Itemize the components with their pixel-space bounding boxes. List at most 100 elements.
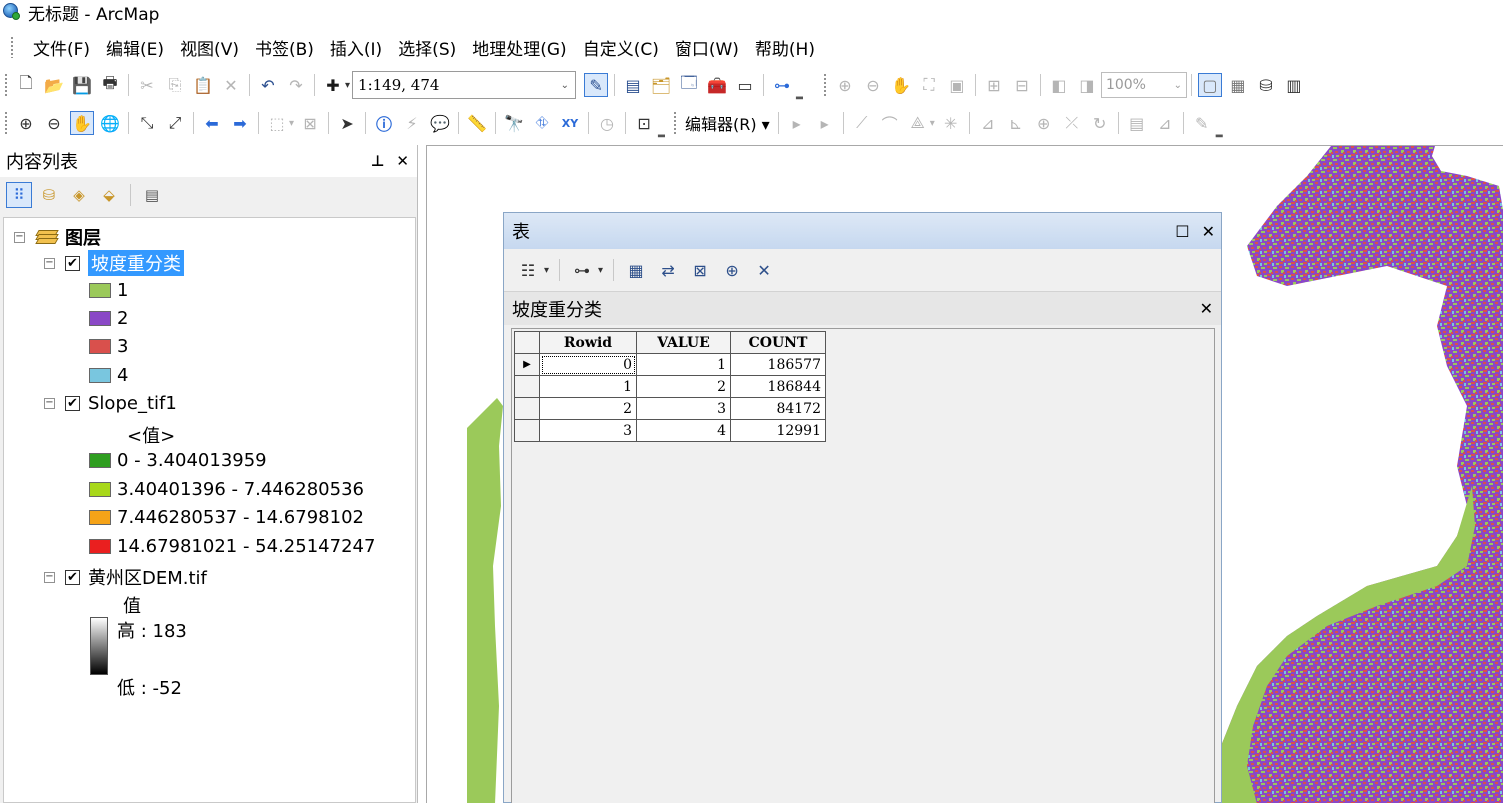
zoom-to-selected-icon[interactable]: ⊕	[720, 258, 744, 282]
search-window-icon[interactable]: 🗔	[677, 73, 701, 97]
row-selector[interactable]	[514, 375, 540, 398]
table-cell[interactable]: 1	[636, 353, 731, 376]
chevron-down-icon[interactable]: ⌄	[561, 80, 569, 91]
toolbar-overflow-icon[interactable]: ▂	[796, 90, 803, 100]
copy-icon[interactable]: ⎘	[163, 73, 187, 97]
fixed-zoom-out-icon[interactable]: ⤢	[163, 111, 187, 135]
toolbar-overflow-icon[interactable]: ▂	[1216, 128, 1223, 138]
layer-name[interactable]: 坡度重分类	[88, 250, 184, 276]
table-options-dropdown-icon[interactable]: ▾	[544, 265, 549, 276]
related-tables-icon[interactable]: ⊶	[570, 258, 594, 282]
close-icon[interactable]: ✕	[1200, 299, 1213, 318]
toggle-draft-mode-icon[interactable]: ▢	[1197, 73, 1222, 97]
close-icon[interactable]: ✕	[396, 152, 409, 170]
forward-arrow-icon[interactable]: ➡	[228, 111, 252, 135]
layer-name[interactable]: Slope_tif1	[88, 393, 177, 414]
legend-item[interactable]: 3.40401396 - 7.446280536	[89, 479, 364, 500]
toolbar-grip[interactable]	[4, 111, 8, 135]
legend-item[interactable]: 0 - 3.404013959	[89, 450, 267, 471]
zoom-100-icon[interactable]: ▣	[945, 73, 969, 97]
edit-tool-icon[interactable]: ▸	[785, 111, 809, 135]
toolbar-overflow-icon[interactable]: ▂	[658, 128, 665, 138]
list-by-source-icon[interactable]: ⛁	[36, 182, 62, 208]
zoom-whole-page-icon[interactable]: ⛶	[917, 73, 941, 97]
menu-bookmarks[interactable]: 书签(B)	[247, 35, 322, 60]
menubar-grip[interactable]	[10, 36, 14, 58]
clear-selection-icon[interactable]: ⊠	[688, 258, 712, 282]
toolbar-grip[interactable]	[822, 73, 827, 97]
end-point-arc-icon[interactable]: ⌒	[878, 111, 902, 135]
construction-dropdown-icon[interactable]: ▾	[930, 118, 935, 129]
table-cell[interactable]: 3	[636, 397, 731, 420]
editor-toolbar-icon[interactable]: ✎	[584, 73, 609, 97]
table-row[interactable]: 3 4 12991	[514, 419, 826, 442]
collapse-icon[interactable]: −	[44, 257, 55, 269]
data-driven-pages-icon[interactable]: ▥	[1282, 73, 1306, 97]
trace-icon[interactable]: ⟁	[906, 111, 930, 135]
previous-extent-layout-icon[interactable]: ◧	[1047, 73, 1071, 97]
toolbar-grip[interactable]	[672, 111, 677, 135]
menu-selection[interactable]: 选择(S)	[390, 35, 464, 60]
full-extent-globe-icon[interactable]: 🌐	[98, 111, 122, 135]
menu-insert[interactable]: 插入(I)	[322, 35, 390, 60]
toolbar-grip[interactable]	[4, 73, 8, 97]
table-cell[interactable]: 12991	[730, 419, 826, 442]
row-selector[interactable]	[514, 419, 540, 442]
menu-help[interactable]: 帮助(H)	[747, 35, 823, 60]
table-options-icon[interactable]: ☷	[516, 258, 540, 282]
maximize-icon[interactable]: ☐	[1175, 222, 1189, 241]
table-cell[interactable]: 4	[636, 419, 731, 442]
attributes-icon[interactable]: ▤	[1125, 111, 1149, 135]
change-layout-icon[interactable]: ⛁	[1254, 73, 1278, 97]
legend-item[interactable]: 7.446280537 - 14.6798102	[89, 507, 364, 528]
editor-menu[interactable]: 编辑器(R) ▾	[685, 111, 770, 135]
create-viewer-window-icon[interactable]: ⊡	[632, 111, 656, 135]
toc-options-icon[interactable]: ▤	[139, 182, 165, 208]
menu-geoprocessing[interactable]: 地理处理(G)	[464, 35, 574, 60]
fixed-zoom-in-layout-icon[interactable]: ⊞	[982, 73, 1006, 97]
new-document-icon[interactable]: 🗋	[14, 73, 38, 97]
fixed-zoom-out-layout-icon[interactable]: ⊟	[1010, 73, 1034, 97]
table-tab-name[interactable]: 坡度重分类	[512, 296, 602, 322]
legend-item[interactable]: 1	[89, 280, 128, 301]
pin-icon[interactable]: ⊥	[371, 152, 385, 170]
layer-visibility-checkbox[interactable]: ✔	[65, 569, 80, 585]
select-elements-arrow-icon[interactable]: ➤	[335, 111, 359, 135]
table-row[interactable]: 1 2 186844	[514, 375, 826, 398]
table-row[interactable]: ▶ 0 1 186577	[514, 353, 826, 376]
table-window-titlebar[interactable]: 表 ☐ ✕	[504, 213, 1221, 249]
undo-icon[interactable]: ↶	[256, 73, 280, 97]
table-cell[interactable]: 3	[539, 419, 637, 442]
menu-edit[interactable]: 编辑(E)	[98, 35, 172, 60]
collapse-icon[interactable]: −	[14, 231, 25, 243]
identify-info-icon[interactable]: ⓘ	[372, 111, 396, 135]
table-cell[interactable]: 186577	[730, 353, 826, 376]
menu-view[interactable]: 视图(V)	[172, 35, 247, 60]
list-by-drawing-order-icon[interactable]: ⠿	[6, 182, 32, 208]
table-row[interactable]: 2 3 84172	[514, 397, 826, 420]
column-header[interactable]: VALUE	[636, 331, 731, 354]
table-cell[interactable]: 84172	[730, 397, 826, 420]
cut-polygons-icon[interactable]: ⊕	[1032, 111, 1056, 135]
python-window-icon[interactable]: ▭	[733, 73, 757, 97]
rotate-tool-icon[interactable]: ↻	[1088, 111, 1112, 135]
collapse-icon[interactable]: −	[44, 398, 55, 409]
menu-file[interactable]: 文件(F)	[25, 35, 98, 60]
layer-row-slope-reclass[interactable]: − ✔ 坡度重分类	[44, 250, 184, 276]
list-by-visibility-icon[interactable]: ◈	[66, 182, 92, 208]
straight-segment-icon[interactable]: ⟋	[850, 111, 874, 135]
toc-window-icon[interactable]: ▤	[621, 73, 645, 97]
menu-windows[interactable]: 窗口(W)	[667, 35, 747, 60]
close-icon[interactable]: ✕	[1202, 222, 1215, 241]
hyperlink-icon[interactable]: ⚡	[400, 111, 424, 135]
add-data-dropdown-icon[interactable]: ▾	[345, 80, 350, 91]
paste-icon[interactable]: 📋	[191, 73, 215, 97]
table-cell[interactable]: 2	[636, 375, 731, 398]
row-selector-current-icon[interactable]: ▶	[514, 353, 540, 376]
print-icon[interactable]: 🖶	[98, 73, 122, 97]
create-features-icon[interactable]: ✎	[1190, 111, 1214, 135]
go-to-xy-icon[interactable]: XY	[558, 111, 582, 135]
clear-selection-icon[interactable]: ⊠	[298, 111, 322, 135]
zoom-out-layout-icon[interactable]: ⊖	[861, 73, 885, 97]
pan-layout-icon[interactable]: ✋	[889, 73, 913, 97]
